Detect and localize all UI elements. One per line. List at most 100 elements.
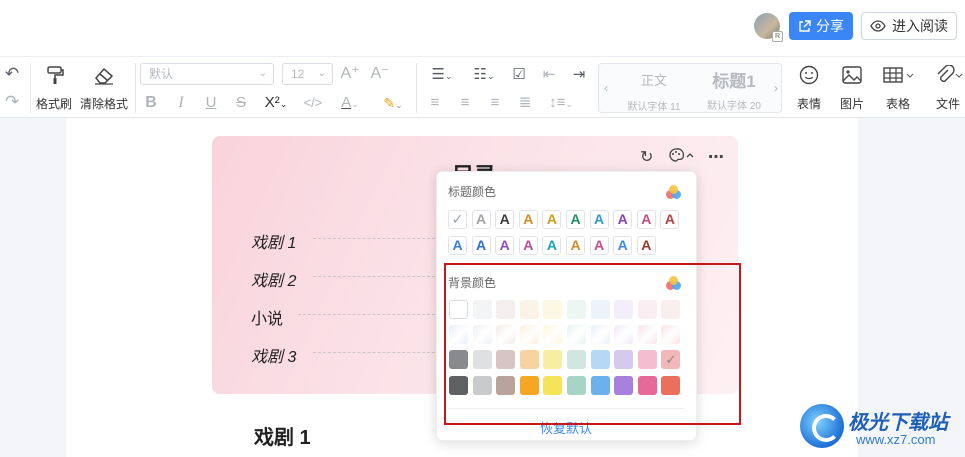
superscript-icon[interactable]: X²⌄ bbox=[262, 93, 290, 114]
align-right-icon[interactable]: ≡ bbox=[486, 93, 504, 113]
user-avatar[interactable]: R bbox=[754, 13, 783, 42]
paragraph-style-gallery: ‹ 正文 默认字体 11 标题1 默认字体 20 › bbox=[598, 63, 782, 113]
title-color-swatch[interactable]: A bbox=[589, 210, 609, 229]
underline-icon[interactable]: U bbox=[203, 93, 219, 113]
table-label: 表格 bbox=[886, 97, 911, 111]
toc-leader-line bbox=[313, 238, 435, 239]
style-heading-sub: 默认字体 20 bbox=[707, 101, 761, 112]
emoji-icon bbox=[799, 65, 819, 85]
file-label: 文件 bbox=[936, 97, 961, 111]
toolbar-divider bbox=[135, 63, 136, 113]
title-color-label: 标题颜色 bbox=[448, 185, 497, 199]
checkbox-list-icon[interactable]: ☑ bbox=[510, 65, 528, 85]
style-normal[interactable]: 正文 默认字体 11 bbox=[619, 70, 689, 113]
toc-leader-line bbox=[313, 276, 435, 277]
bold-icon[interactable]: B bbox=[143, 93, 159, 113]
chevron-down-icon: ⌄ bbox=[317, 68, 326, 79]
share-label: 分享 bbox=[816, 18, 844, 34]
title-color-swatch[interactable]: A bbox=[589, 236, 609, 255]
title-color-swatch[interactable]: A bbox=[495, 210, 515, 229]
toolbar-divider bbox=[30, 63, 31, 113]
emoji-label: 表情 bbox=[797, 97, 822, 111]
chevron-left-icon[interactable]: ‹ bbox=[601, 78, 611, 98]
align-left-icon[interactable]: ≡ bbox=[426, 93, 444, 113]
title-color-default[interactable]: ✓ bbox=[448, 210, 467, 229]
toc-item[interactable]: 小说 bbox=[251, 305, 283, 329]
read-label: 进入阅读 bbox=[892, 18, 948, 34]
file-button[interactable]: 文件 bbox=[930, 63, 965, 113]
code-icon[interactable]: </> bbox=[303, 93, 323, 113]
indent-icon[interactable]: ⇥ bbox=[570, 65, 588, 85]
title-color-swatch[interactable]: A bbox=[660, 210, 680, 229]
palette-dropdown-icon[interactable] bbox=[667, 147, 695, 168]
highlight-box bbox=[444, 263, 741, 425]
title-color-swatch[interactable]: A bbox=[636, 210, 656, 229]
title-color-swatch[interactable]: A bbox=[448, 236, 467, 255]
custom-color-icon[interactable] bbox=[666, 185, 682, 201]
title-color-swatch[interactable]: A bbox=[471, 236, 491, 255]
title-color-swatch[interactable]: A bbox=[566, 210, 585, 229]
paperclip-icon bbox=[937, 65, 963, 82]
read-mode-button[interactable]: 进入阅读 bbox=[861, 12, 957, 40]
editor-toolbar: ↶ ↷ 格式刷 清除格式 默认 ⌄ 12 ⌄ A⁺ A⁻ B I U S X²⌄… bbox=[0, 56, 965, 118]
title-color-swatch[interactable]: A bbox=[471, 210, 491, 229]
font-family-select[interactable]: 默认 ⌄ bbox=[140, 63, 274, 85]
avatar-badge: R bbox=[772, 31, 783, 42]
chevron-down-icon: ⌄ bbox=[258, 68, 267, 79]
more-options-icon[interactable]: ⋯ bbox=[708, 147, 724, 167]
title-color-swatch[interactable]: A bbox=[636, 236, 656, 255]
redo-icon[interactable]: ↷ bbox=[3, 92, 21, 112]
title-color-swatch[interactable]: A bbox=[566, 236, 585, 255]
image-button[interactable]: 图片 bbox=[838, 63, 868, 113]
italic-icon[interactable]: I bbox=[173, 93, 189, 113]
watermark-url: www.xz7.com bbox=[856, 432, 936, 447]
toc-item[interactable]: 戏剧 1 bbox=[251, 229, 296, 253]
toolbar-divider bbox=[416, 63, 417, 113]
title-color-swatch[interactable]: A bbox=[542, 210, 562, 229]
outdent-icon[interactable]: ⇤ bbox=[540, 65, 558, 85]
font-size-select[interactable]: 12 ⌄ bbox=[282, 63, 333, 85]
eraser-icon bbox=[95, 67, 114, 85]
style-normal-label: 正文 bbox=[640, 73, 667, 88]
line-height-icon[interactable]: ↕≡⌄ bbox=[544, 93, 578, 114]
emoji-button[interactable]: 表情 bbox=[795, 63, 825, 113]
share-button[interactable]: 分享 bbox=[789, 12, 853, 40]
table-button[interactable]: 表格 bbox=[880, 63, 920, 113]
undo-icon[interactable]: ↶ bbox=[3, 64, 21, 84]
title-color-swatch[interactable]: A bbox=[495, 236, 515, 255]
format-painter-icon bbox=[47, 66, 64, 84]
title-color-swatch[interactable]: A bbox=[613, 236, 633, 255]
watermark-logo-icon bbox=[800, 404, 844, 448]
decrease-font-icon[interactable]: A⁻ bbox=[370, 64, 390, 84]
highlight-icon[interactable]: ✎⌄ bbox=[378, 93, 408, 115]
font-size-value: 12 bbox=[291, 67, 305, 81]
style-heading1[interactable]: 标题1 默认字体 20 bbox=[695, 67, 773, 112]
toc-item[interactable]: 戏剧 2 bbox=[251, 267, 296, 291]
watermark-name: 极光下载站 bbox=[848, 412, 948, 434]
title-color-swatch[interactable]: A bbox=[613, 210, 633, 229]
format-painter-label: 格式刷 bbox=[36, 97, 73, 111]
image-label: 图片 bbox=[840, 97, 865, 111]
toc-item[interactable]: 戏剧 3 bbox=[251, 343, 296, 367]
font-color-icon[interactable]: A⌄ bbox=[335, 93, 365, 114]
title-color-swatch[interactable]: A bbox=[518, 210, 538, 229]
top-bar: R 分享 进入阅读 bbox=[0, 0, 965, 56]
format-painter-button[interactable]: 格式刷 bbox=[36, 63, 74, 113]
image-icon bbox=[842, 66, 862, 84]
title-color-swatch[interactable]: A bbox=[518, 236, 538, 255]
clear-format-button[interactable]: 清除格式 bbox=[80, 63, 128, 113]
align-center-icon[interactable]: ≡ bbox=[456, 93, 474, 113]
increase-font-icon[interactable]: A⁺ bbox=[340, 64, 360, 84]
strikethrough-icon[interactable]: S bbox=[233, 93, 249, 113]
table-icon bbox=[883, 67, 914, 83]
clear-format-label: 清除格式 bbox=[80, 97, 129, 111]
chevron-right-icon[interactable]: › bbox=[771, 78, 781, 98]
bullet-list-icon[interactable]: ☰⌄ bbox=[426, 65, 458, 86]
numbered-list-icon[interactable]: ☷⌄ bbox=[468, 65, 500, 86]
refresh-icon[interactable]: ↻ bbox=[640, 147, 653, 167]
toc-leader-line bbox=[313, 352, 435, 353]
justify-icon[interactable]: ≣ bbox=[516, 93, 534, 113]
heading-1: 戏剧 1 bbox=[254, 427, 311, 449]
title-color-swatch[interactable]: A bbox=[542, 236, 562, 255]
style-normal-sub: 默认字体 11 bbox=[627, 102, 681, 113]
